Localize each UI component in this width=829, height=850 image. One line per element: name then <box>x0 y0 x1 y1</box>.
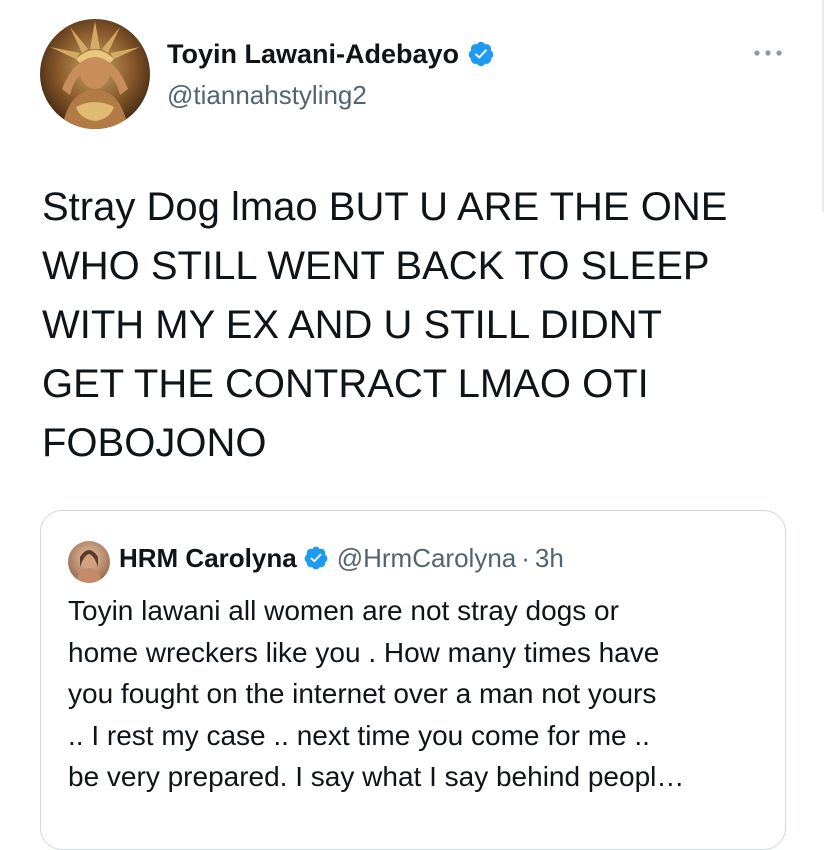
verified-badge-icon <box>303 545 329 571</box>
author-display-name[interactable]: Toyin Lawani-Adebayo <box>167 39 459 70</box>
quoted-author-avatar[interactable] <box>68 541 110 583</box>
quoted-tweet-header: HRM Carolyna @HrmCarolyna · 3h <box>119 540 564 576</box>
quoted-author-avatar-image <box>76 549 102 583</box>
verified-badge-icon <box>467 40 495 68</box>
quoted-tweet-card[interactable]: HRM Carolyna @HrmCarolyna · 3h Toyin law… <box>40 510 786 850</box>
author-name-row: Toyin Lawani-Adebayo <box>167 37 495 71</box>
quoted-tweet-text: Toyin lawani all women are not stray dog… <box>68 595 685 792</box>
tweet: Toyin Lawani-Adebayo @tiannahstyling2 St… <box>0 0 829 850</box>
quoted-author-handle[interactable]: @HrmCarolyna <box>337 543 517 574</box>
separator-dot: · <box>521 542 530 573</box>
more-horizontal-icon <box>754 50 782 56</box>
author-avatar[interactable] <box>40 19 150 129</box>
tweet-text: Stray Dog lmao BUT U ARE THE ONE WHO STI… <box>42 185 728 465</box>
author-avatar-image <box>50 21 140 129</box>
more-options-button[interactable] <box>751 40 785 66</box>
author-handle[interactable]: @tiannahstyling2 <box>167 80 367 111</box>
quoted-author-display-name[interactable]: HRM Carolyna <box>119 543 297 574</box>
quoted-tweet-timestamp[interactable]: 3h <box>535 543 564 574</box>
divider <box>822 0 824 212</box>
